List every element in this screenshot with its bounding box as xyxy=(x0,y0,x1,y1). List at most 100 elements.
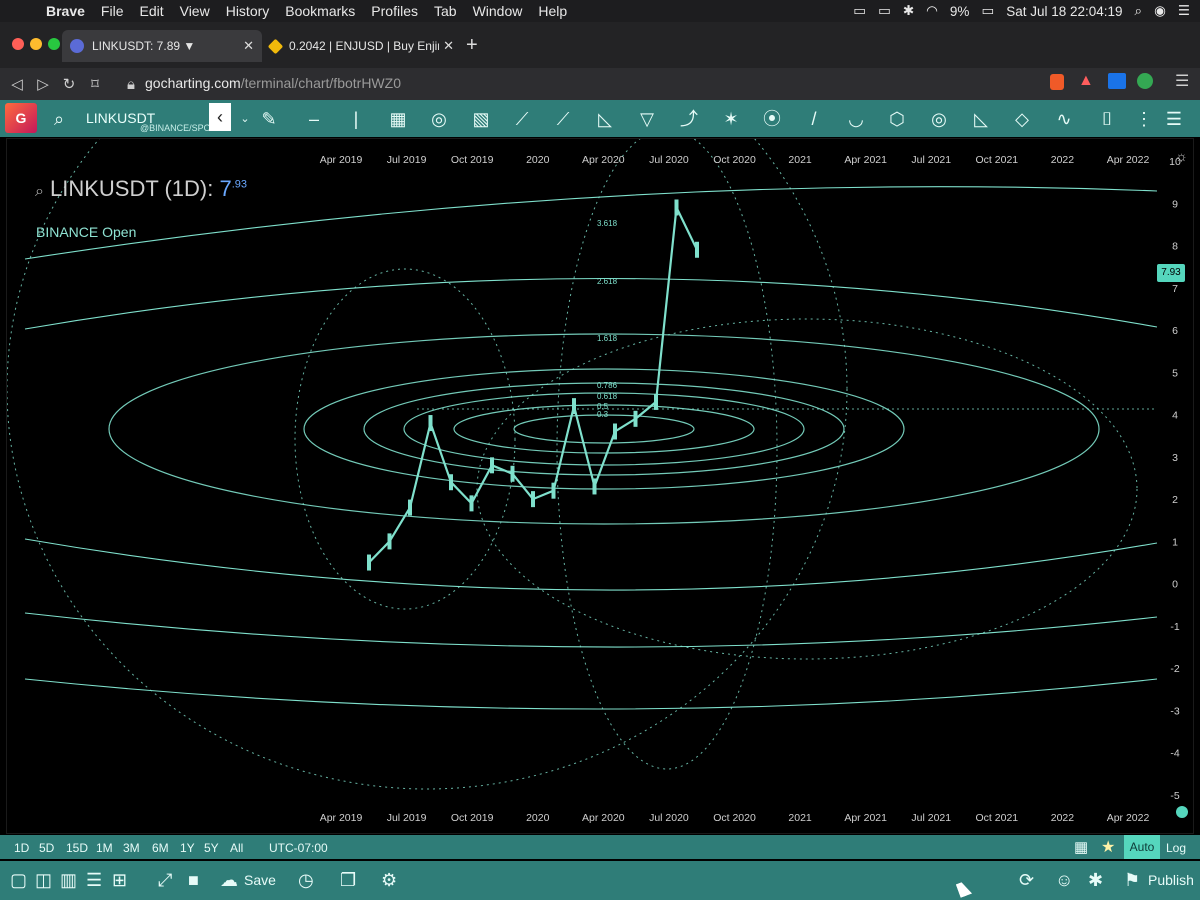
vertical-line-icon[interactable]: | xyxy=(344,107,368,131)
cloud-icon[interactable]: ☁ xyxy=(220,870,238,891)
menu-bookmarks[interactable]: Bookmarks xyxy=(285,3,355,19)
camera-icon[interactable]: ⌷ xyxy=(1095,107,1119,131)
save-button[interactable]: Save xyxy=(244,872,276,888)
menu-view[interactable]: View xyxy=(180,3,210,19)
menu-edit[interactable]: Edit xyxy=(139,3,163,19)
bluetooth-icon[interactable]: ✱ xyxy=(903,3,914,19)
scroll-to-latest-button[interactable] xyxy=(1176,806,1188,818)
ellipse-icon[interactable]: ◇ xyxy=(1010,107,1034,131)
bookmark-icon[interactable]: ⌑ xyxy=(82,75,108,93)
browser-menu-icon[interactable]: ☰ xyxy=(1175,71,1189,91)
log-scale-button[interactable]: Log xyxy=(1166,841,1186,855)
square-icon[interactable]: ■ xyxy=(188,870,199,891)
pencil-icon[interactable]: ✎ xyxy=(257,107,281,131)
star-icon[interactable]: ★ xyxy=(1101,837,1115,857)
close-window-button[interactable] xyxy=(12,38,24,50)
publish-megaphone-icon[interactable]: ⚑ xyxy=(1124,870,1140,891)
gann-box-icon[interactable]: ▧ xyxy=(469,107,493,131)
tab-enjusd[interactable]: 0.2042 | ENJUSD | Buy Enjin Co ✕ xyxy=(262,30,462,62)
horizontal-line-icon[interactable]: – xyxy=(302,107,326,131)
extension-icon[interactable] xyxy=(1137,73,1153,89)
tf-5y[interactable]: 5Y xyxy=(204,841,219,855)
pitchfork-icon[interactable]: ⦿ xyxy=(760,107,784,131)
fib-fan-icon[interactable]: ◺ xyxy=(593,107,617,131)
chevron-down-icon[interactable]: ⌄ xyxy=(233,107,257,131)
grid-icon[interactable]: ▦ xyxy=(386,107,410,131)
tf-1m[interactable]: 1M xyxy=(96,841,113,855)
auto-scale-button[interactable]: Auto xyxy=(1124,835,1160,859)
price-chart[interactable]: 3.6182.6181.6180.7860.6180.50.3Apr 2019A… xyxy=(6,0,1195,835)
new-tab-icon[interactable]: + xyxy=(466,34,478,57)
screen-icon[interactable]: ▭ xyxy=(853,3,866,19)
spiral-icon[interactable]: ◎ xyxy=(427,107,451,131)
trend-line-icon[interactable]: ⟋ xyxy=(510,107,534,131)
airplay-icon[interactable]: ▭ xyxy=(878,3,891,19)
menu-window[interactable]: Window xyxy=(473,3,523,19)
url-field[interactable]: gocharting.com/terminal/chart/fbotrHWZ0 xyxy=(145,75,401,91)
reload-icon[interactable]: ↻ xyxy=(56,75,82,93)
fan-icon[interactable]: ✶ xyxy=(719,107,743,131)
grid-toggle-icon[interactable]: ▦ xyxy=(1074,838,1088,856)
more-options-icon[interactable]: ⋮ xyxy=(1132,107,1156,131)
battery-icon[interactable]: ▭ xyxy=(981,3,994,19)
symbol-input[interactable]: LINKUSDT @BINANCE/SPOT xyxy=(80,103,230,133)
wifi-icon[interactable]: ◠ xyxy=(926,3,938,19)
tf-6m[interactable]: 6M xyxy=(152,841,169,855)
menu-file[interactable]: File xyxy=(101,3,124,19)
add-window-icon[interactable]: ❐ xyxy=(340,870,356,891)
zoom-window-button[interactable] xyxy=(48,38,60,50)
layout-four-icon[interactable]: ⊞ xyxy=(112,870,127,891)
tab-linkusdt[interactable]: LINKUSDT: 7.89 ▼ ✕ xyxy=(62,30,262,62)
tf-1d[interactable]: 1D xyxy=(14,841,29,855)
close-tab-icon[interactable]: ✕ xyxy=(243,38,254,54)
menu-history[interactable]: History xyxy=(226,3,270,19)
forward-icon[interactable]: ▷ xyxy=(30,75,56,93)
ray-icon[interactable]: ⟋ xyxy=(551,107,575,131)
brave-rewards-icon[interactable]: ▲ xyxy=(1078,72,1094,90)
layout-three-icon[interactable]: ▥ xyxy=(60,870,77,891)
sync-icon[interactable]: ⟳ xyxy=(1019,870,1034,891)
tf-1y[interactable]: 1Y xyxy=(180,841,195,855)
tf-all[interactable]: All xyxy=(230,841,243,855)
fib-circle-icon[interactable]: ◎ xyxy=(927,107,951,131)
triangle-icon[interactable]: ◺ xyxy=(969,107,993,131)
siri-icon[interactable]: ◉ xyxy=(1154,3,1166,19)
cube-icon[interactable]: ⬡ xyxy=(885,107,909,131)
timezone-label[interactable]: UTC-07:00 xyxy=(269,841,328,855)
clock[interactable]: Sat Jul 18 22:04:19 xyxy=(1006,4,1122,19)
publish-button[interactable]: Publish xyxy=(1148,872,1194,888)
menu-help[interactable]: Help xyxy=(538,3,567,19)
chart-settings-icon[interactable]: ☼ xyxy=(1175,148,1188,164)
magnifier-icon[interactable]: ⌕ xyxy=(35,183,44,200)
layout-single-icon[interactable]: ▢ xyxy=(10,870,27,891)
indicator-icon[interactable]: ∿ xyxy=(1052,107,1076,131)
spotlight-icon[interactable]: ⌕ xyxy=(1135,3,1143,19)
settings-gear-icon[interactable]: ⚙ xyxy=(381,870,397,891)
app-menu[interactable]: Brave xyxy=(46,3,85,19)
close-tab-icon[interactable]: ✕ xyxy=(443,38,454,54)
brave-shields-icon[interactable] xyxy=(1050,74,1064,90)
path-icon[interactable]: ⤴ xyxy=(677,107,701,131)
layout-rows-icon[interactable]: ☰ xyxy=(86,870,102,891)
filter-icon[interactable]: ▽ xyxy=(635,107,659,131)
minimize-window-button[interactable] xyxy=(30,38,42,50)
alert-clock-icon[interactable]: ◷ xyxy=(298,870,314,891)
tf-5d[interactable]: 5D xyxy=(39,841,54,855)
discord-icon[interactable]: ☺ xyxy=(1055,870,1073,891)
collapse-panel-icon[interactable]: ‹ xyxy=(209,103,231,131)
line-tool-icon[interactable]: / xyxy=(802,107,826,131)
search-icon[interactable]: ⌕ xyxy=(47,107,71,131)
tf-3m[interactable]: 3M xyxy=(123,841,140,855)
fib-arc-icon[interactable]: ◡ xyxy=(844,107,868,131)
gocharting-logo[interactable]: G xyxy=(5,103,37,133)
layout-two-icon[interactable]: ◫ xyxy=(35,870,52,891)
chart-area[interactable]: 3.618 2.618 1.618 0.786 0.618 0.5 0.3 Apr 2019 A… xyxy=(6,0,1195,835)
tf-15d[interactable]: 15D xyxy=(66,841,88,855)
menu-tab[interactable]: Tab xyxy=(434,3,457,19)
bug-icon[interactable]: ✱ xyxy=(1088,870,1103,891)
menu-profiles[interactable]: Profiles xyxy=(371,3,418,19)
back-icon[interactable]: ◁ xyxy=(4,75,30,93)
hamburger-menu-icon[interactable]: ☰ xyxy=(1162,107,1186,131)
translate-icon[interactable] xyxy=(1108,73,1126,89)
control-center-icon[interactable]: ☰ xyxy=(1178,3,1190,19)
